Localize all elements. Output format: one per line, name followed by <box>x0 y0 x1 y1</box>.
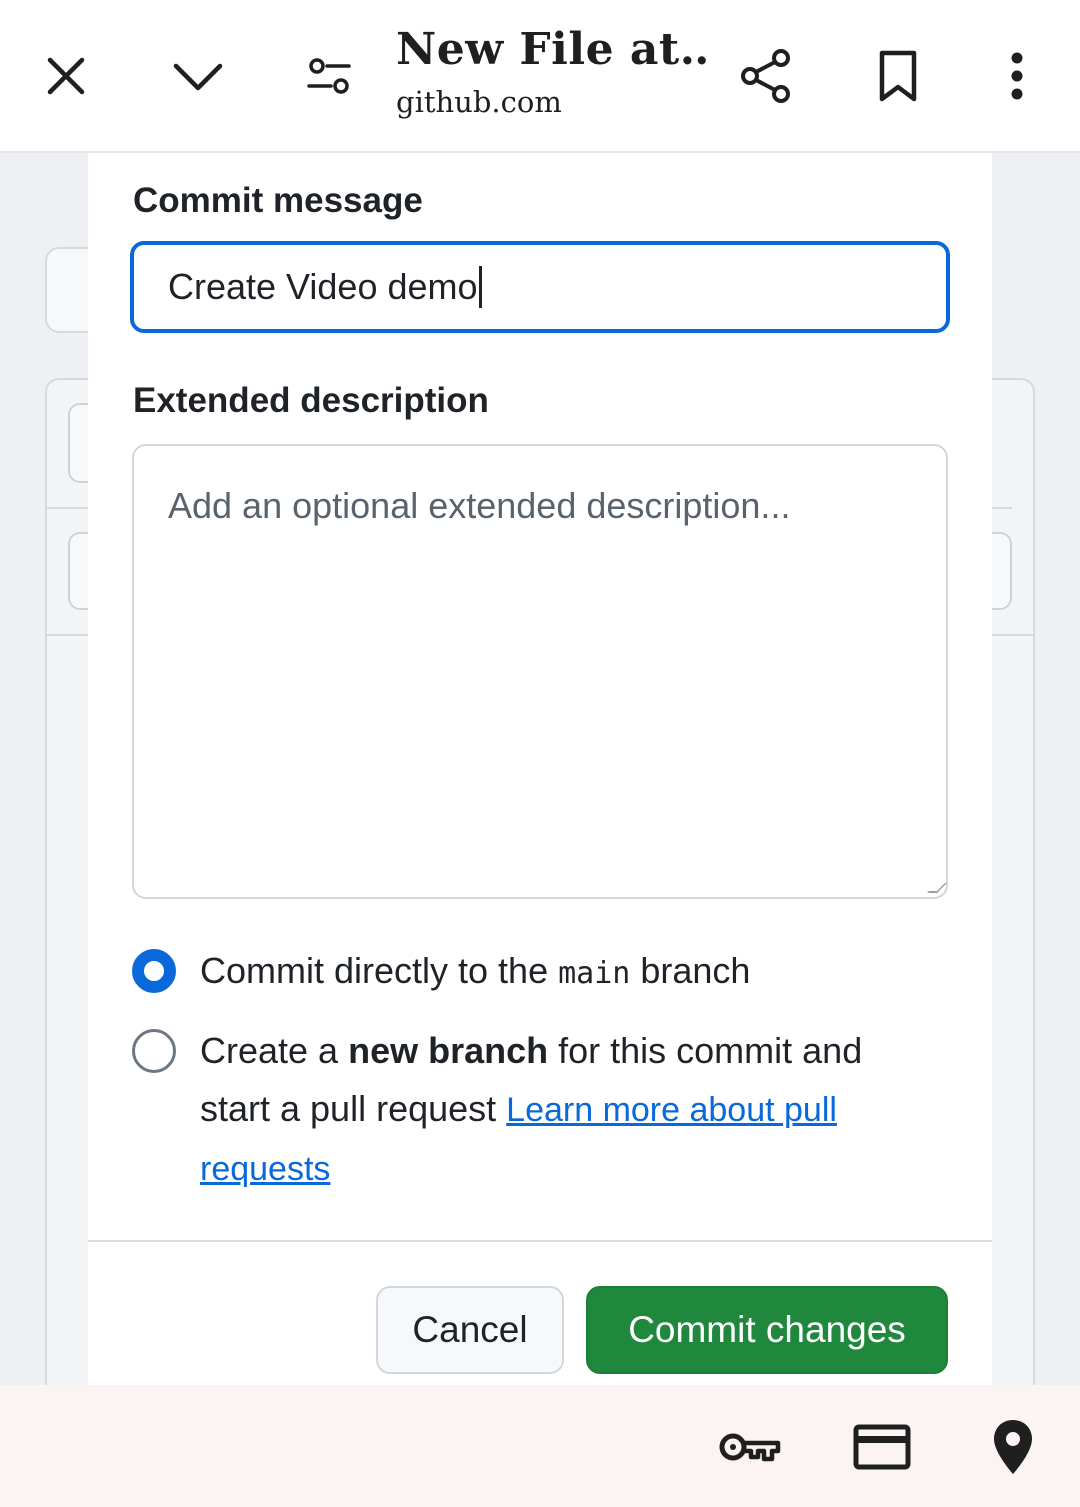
close-icon[interactable] <box>40 50 92 102</box>
screen: New File at… github.com Commit message C… <box>0 0 1080 1507</box>
new-branch-option[interactable]: Create a new branch for this commit and … <box>132 1029 932 1198</box>
extended-description-placeholder: Add an optional extended description... <box>168 485 791 526</box>
new-branch-label: Create a new branch for this commit and … <box>200 1022 930 1198</box>
more-vert-icon[interactable] <box>1002 50 1032 102</box>
chevron-down-icon[interactable] <box>170 52 226 100</box>
branch-name: main <box>558 956 631 991</box>
commit-direct-suffix: branch <box>630 950 751 991</box>
cancel-button[interactable]: Cancel <box>376 1286 564 1374</box>
browser-toolbar: New File at… github.com <box>0 0 1080 153</box>
commit-direct-prefix: Commit directly to the <box>200 950 559 991</box>
text-caret <box>478 266 482 308</box>
location-pin-icon[interactable] <box>988 1407 1038 1487</box>
key-icon[interactable] <box>716 1407 784 1487</box>
extended-description-textarea[interactable]: Add an optional extended description... <box>132 444 948 899</box>
commit-message-value: Create Video demo <box>168 266 478 307</box>
dialog-footer-divider <box>88 1240 992 1242</box>
new-branch-prefix: Create a <box>200 1030 349 1071</box>
share-icon[interactable] <box>738 46 794 106</box>
page-title: New File at… <box>396 24 706 75</box>
bookmark-icon[interactable] <box>874 48 922 104</box>
resize-handle[interactable] <box>927 883 947 893</box>
credit-card-icon[interactable] <box>852 1407 912 1487</box>
page-settings-icon[interactable] <box>304 54 354 98</box>
new-branch-bold: new branch <box>348 1030 549 1071</box>
page-title-block[interactable]: New File at… github.com <box>396 24 706 119</box>
commit-message-label: Commit message <box>133 181 423 220</box>
autofill-bar <box>0 1385 1080 1507</box>
extended-description-label: Extended description <box>133 381 489 420</box>
commit-dialog: Commit message Create Video demo Extende… <box>88 153 992 1385</box>
commit-message-input[interactable]: Create Video demo <box>130 241 950 333</box>
radio-commit-direct[interactable] <box>132 949 176 993</box>
commit-changes-button[interactable]: Commit changes <box>586 1286 948 1374</box>
page-url: github.com <box>396 85 562 119</box>
commit-direct-option[interactable]: Commit directly to the main branch <box>132 949 750 1003</box>
radio-new-branch[interactable] <box>132 1029 176 1073</box>
commit-direct-label: Commit directly to the main branch <box>200 942 750 1003</box>
